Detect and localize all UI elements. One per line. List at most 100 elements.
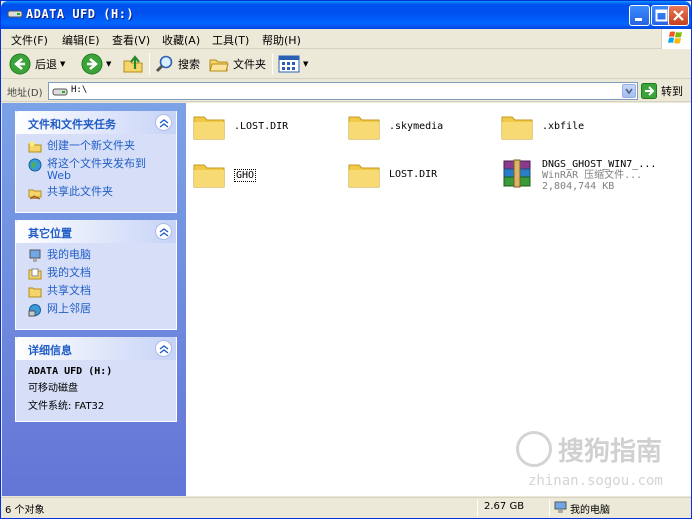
file-details: DNGS_GHOST_WIN7_... WinRAR 压缩文件... 2,804… xyxy=(542,159,656,192)
computer-icon xyxy=(554,501,567,513)
globe-icon xyxy=(28,158,42,172)
link-label: 将这个文件夹发布到 Web xyxy=(47,157,146,182)
search-label: 搜索 xyxy=(178,58,200,71)
folder-item[interactable]: LOST.DIR xyxy=(347,157,437,191)
other-places-panel: 其它位置 我的电脑 我的文档 共享文档 网上邻居 xyxy=(15,220,177,330)
menu-edit[interactable]: 编辑(E) xyxy=(62,32,100,48)
status-bar: 6 个对象 2.67 GB 我的电脑 xyxy=(1,497,691,518)
my-documents-link[interactable]: 我的文档 xyxy=(28,267,176,281)
toolbar-separator xyxy=(149,53,150,75)
link-label: 共享此文件夹 xyxy=(47,185,113,198)
chevron-up-icon xyxy=(159,119,169,128)
forward-button[interactable]: ▼ xyxy=(81,52,111,76)
file-name: .skymedia xyxy=(389,121,444,132)
publish-web-link[interactable]: 将这个文件夹发布到 Web xyxy=(28,158,176,182)
panel-title: 其它位置 xyxy=(28,227,72,240)
views-button[interactable]: ▼ xyxy=(278,52,308,76)
network-places-link[interactable]: 网上邻居 xyxy=(28,303,176,317)
menu-file[interactable]: 文件(F) xyxy=(11,32,48,48)
folder-icon xyxy=(501,116,533,140)
folder-item[interactable]: GHO xyxy=(192,157,257,191)
watermark-logo-icon xyxy=(516,431,552,467)
object-count: 6 个对象 xyxy=(5,505,45,516)
rar-file-item[interactable]: DNGS_GHOST_WIN7_... WinRAR 压缩文件... 2,804… xyxy=(500,157,656,192)
task-pane: 文件和文件夹任务 创建一个新文件夹 将这个文件夹发布到 Web 共享此文件夹 其… xyxy=(2,103,186,496)
chevron-up-icon xyxy=(159,345,169,354)
file-list[interactable]: .LOST.DIR .skymedia .xbfile GHO LOST.DIR xyxy=(186,103,691,496)
views-icon xyxy=(278,55,300,73)
panel-title: 文件和文件夹任务 xyxy=(28,118,116,131)
documents-icon xyxy=(28,268,42,280)
go-button[interactable]: 转到 xyxy=(641,82,683,100)
file-name: .xbfile xyxy=(542,121,585,132)
link-label: 我的文档 xyxy=(47,266,91,279)
details-panel: 详细信息 ADATA UFD (H:) 可移动磁盘 文件系统: FAT32 xyxy=(15,337,177,422)
file-type: WinRAR 压缩文件... xyxy=(542,170,643,181)
address-input[interactable]: H:\ xyxy=(48,82,638,100)
shared-documents-link[interactable]: 共享文档 xyxy=(28,285,176,299)
winrar-archive-icon xyxy=(503,159,531,188)
go-label: 转到 xyxy=(661,85,683,98)
file-name: DNGS_GHOST_WIN7_... xyxy=(542,159,657,170)
folder-item[interactable]: .xbfile xyxy=(500,109,584,143)
file-folder-tasks-panel: 文件和文件夹任务 创建一个新文件夹 将这个文件夹发布到 Web 共享此文件夹 xyxy=(15,111,177,213)
folder-item[interactable]: .LOST.DIR xyxy=(192,109,288,143)
watermark-text: 搜狗指南 xyxy=(558,437,663,467)
link-label: 共享文档 xyxy=(47,284,91,297)
new-folder-link[interactable]: 创建一个新文件夹 xyxy=(28,140,176,154)
back-button[interactable]: 后退 ▼ xyxy=(9,52,65,76)
panel-header[interactable]: 文件和文件夹任务 xyxy=(16,111,176,134)
folders-button[interactable]: 文件夹 xyxy=(209,52,266,76)
toolbar: 后退 ▼ ▼ 搜索 文件夹 ▼ xyxy=(1,49,691,79)
folder-icon xyxy=(348,164,380,188)
file-size: 2,804,744 KB xyxy=(542,181,615,192)
file-name: LOST.DIR xyxy=(389,169,438,180)
minimize-button[interactable] xyxy=(629,5,650,26)
collapse-button[interactable] xyxy=(155,340,172,357)
toolbar-separator xyxy=(272,53,273,75)
my-computer-link[interactable]: 我的电脑 xyxy=(28,249,176,263)
back-arrow-icon xyxy=(9,53,31,75)
window-title: ADATA UFD (H:) xyxy=(26,7,135,21)
file-name: GHO xyxy=(234,169,257,182)
file-name: .LOST.DIR xyxy=(234,121,289,132)
share-folder-icon xyxy=(28,189,42,200)
panel-header[interactable]: 其它位置 xyxy=(16,220,176,243)
up-folder-button[interactable] xyxy=(122,52,144,76)
chevron-down-icon xyxy=(625,88,633,95)
menu-tools[interactable]: 工具(T) xyxy=(212,32,249,48)
menu-favorites[interactable]: 收藏(A) xyxy=(162,32,200,48)
menu-help[interactable]: 帮助(H) xyxy=(262,32,301,48)
search-button[interactable]: 搜索 xyxy=(154,52,200,76)
link-label: 网上邻居 xyxy=(47,302,91,315)
back-dropdown-icon[interactable]: ▼ xyxy=(60,60,65,68)
share-folder-link[interactable]: 共享此文件夹 xyxy=(28,186,176,200)
go-arrow-icon xyxy=(641,83,657,99)
drive-icon xyxy=(52,88,68,96)
drive-size: 2.67 GB xyxy=(484,501,525,512)
address-dropdown-button[interactable] xyxy=(622,84,636,98)
collapse-button[interactable] xyxy=(155,114,172,131)
menu-view[interactable]: 查看(V) xyxy=(112,32,150,48)
close-icon xyxy=(673,10,684,21)
collapse-button[interactable] xyxy=(155,223,172,240)
link-label: 我的电脑 xyxy=(47,248,91,261)
forward-dropdown-icon[interactable]: ▼ xyxy=(106,60,111,68)
address-bar: 地址(D) H:\ 转到 xyxy=(1,80,691,102)
back-label: 后退 xyxy=(35,58,57,71)
close-button[interactable] xyxy=(668,5,689,26)
menu-bar: 文件(F) 编辑(E) 查看(V) 收藏(A) 工具(T) 帮助(H) xyxy=(1,29,691,49)
folder-item[interactable]: .skymedia xyxy=(347,109,443,143)
title-bar[interactable]: ADATA UFD (H:) xyxy=(1,1,691,29)
drive-icon xyxy=(7,10,23,18)
search-icon xyxy=(155,55,173,73)
folder-icon xyxy=(193,164,225,188)
watermark-url: zhinan.sogou.com xyxy=(528,473,663,489)
details-drive-type: 可移动磁盘 xyxy=(28,383,78,394)
computer-icon xyxy=(29,249,41,262)
views-dropdown-icon[interactable]: ▼ xyxy=(303,60,308,68)
panel-header[interactable]: 详细信息 xyxy=(16,337,176,360)
new-folder-icon xyxy=(28,141,42,153)
status-separator xyxy=(477,500,478,516)
network-icon xyxy=(28,304,41,317)
